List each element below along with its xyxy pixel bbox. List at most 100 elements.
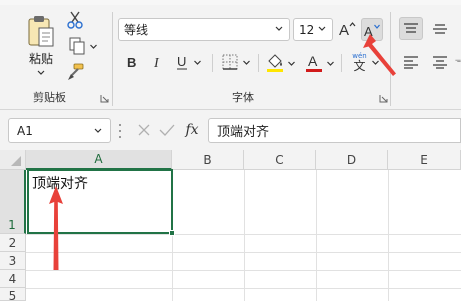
column-header-b[interactable]: B <box>172 150 244 170</box>
svg-text:B: B <box>127 55 136 70</box>
gridline-h-4 <box>26 288 461 289</box>
font-color-swatch <box>306 69 322 72</box>
name-box-chevron-icon[interactable] <box>93 127 103 135</box>
row-header-1-label: 1 <box>8 218 16 232</box>
fx-label: fx <box>185 122 199 138</box>
row-header-4-label: 4 <box>8 272 17 286</box>
decrease-font-size-button[interactable]: A <box>361 18 383 41</box>
insert-function-button[interactable]: fx <box>180 119 204 141</box>
gridline-h-1 <box>26 234 461 235</box>
font-group-label: 字体 <box>232 91 254 104</box>
top-align-button[interactable] <box>399 17 423 40</box>
fill-handle[interactable] <box>169 230 175 236</box>
column-header-e[interactable]: E <box>388 150 461 170</box>
italic-button[interactable]: I <box>150 52 166 72</box>
row-header-4[interactable]: 4 <box>0 270 26 288</box>
bold-button[interactable]: B <box>124 52 140 72</box>
phonetic-chevron-icon <box>371 60 379 65</box>
font-dialog-launcher-icon[interactable] <box>379 94 388 103</box>
formula-bar: A1 fx 顶端对齐 <box>0 110 461 150</box>
borders-button[interactable] <box>218 52 254 72</box>
borders-chevron-icon <box>242 60 250 65</box>
font-name-combo[interactable]: 等线 <box>118 18 290 41</box>
format-painter-icon <box>68 63 84 80</box>
svg-text:A: A <box>364 24 373 39</box>
underline-button[interactable]: U <box>170 52 206 72</box>
confirm-entry-button[interactable] <box>157 120 177 140</box>
font-size-value: 12 <box>299 22 315 37</box>
clipboard-dialog-launcher-icon[interactable] <box>100 94 109 103</box>
font-size-combo[interactable]: 12 <box>293 18 333 41</box>
row-header-2[interactable]: 2 <box>0 234 26 252</box>
align-center-button[interactable] <box>428 52 452 72</box>
row-header-5[interactable]: 5 <box>0 288 26 301</box>
cell-a1-text: 顶端对齐 <box>32 176 88 192</box>
paint-bucket-icon <box>267 54 283 72</box>
format-painter-button[interactable] <box>65 62 85 82</box>
formula-input[interactable]: 顶端对齐 <box>208 118 461 143</box>
font-size-chevron-icon <box>318 26 326 31</box>
fill-color-chevron-icon <box>288 61 295 66</box>
top-align-icon <box>404 22 418 33</box>
increase-font-size-button[interactable]: A <box>337 18 357 40</box>
svg-text:A: A <box>339 22 349 39</box>
font-color-button[interactable]: A <box>302 52 338 74</box>
font-inner-divider-2 <box>258 54 259 72</box>
cancel-entry-button[interactable] <box>134 120 154 140</box>
gridline-v-4 <box>388 170 389 301</box>
middle-align-icon <box>433 23 447 34</box>
gridline-h-2 <box>26 252 461 253</box>
svg-text:U: U <box>177 54 186 69</box>
row-header-1[interactable]: 1 <box>0 170 26 234</box>
select-all-triangle-icon <box>11 156 21 166</box>
column-header-b-label: B <box>203 152 212 167</box>
paste-label: 粘贴 <box>28 52 53 66</box>
row-header-3[interactable]: 3 <box>0 252 26 270</box>
fill-color-button[interactable] <box>263 52 299 74</box>
align-left-button[interactable] <box>399 52 423 72</box>
cut-button[interactable] <box>65 10 85 30</box>
svg-text:A: A <box>308 53 318 69</box>
phonetic-guide-button[interactable]: wén 文 <box>345 50 387 74</box>
clipboard-group-label: 剪贴板 <box>33 91 66 104</box>
copy-button[interactable] <box>65 36 101 56</box>
decrease-font-size-icon: A <box>364 24 380 39</box>
font-color-icon: A <box>306 53 322 72</box>
column-header-a[interactable]: A <box>26 150 172 170</box>
align-center-icon <box>433 56 447 69</box>
font-inner-divider-3 <box>341 54 342 72</box>
paste-chevron-icon <box>37 70 45 75</box>
middle-align-button[interactable] <box>428 17 452 40</box>
paste-button[interactable]: 粘贴 <box>22 12 60 78</box>
underline-icon: U <box>176 54 187 70</box>
name-box[interactable]: A1 <box>8 118 111 143</box>
column-header-c[interactable]: C <box>244 150 316 170</box>
ribbon: 粘贴 剪贴板 等线 12 A A B I U A wén 文 字体 <box>0 0 461 110</box>
phonetic-guide-icon: wén 文 <box>352 52 366 72</box>
font-inner-divider-1 <box>212 54 213 72</box>
column-header-a-label: A <box>94 152 103 166</box>
column-header-d[interactable]: D <box>316 150 388 170</box>
row-header-5-label: 5 <box>8 289 17 301</box>
gridline-v-2 <box>244 170 245 301</box>
worksheet-grid[interactable]: A B C D E 1 2 3 4 5 顶端对齐 <box>0 150 461 301</box>
bold-icon: B <box>127 55 136 70</box>
align-right-button-partial[interactable] <box>455 52 461 72</box>
font-name-value: 等线 <box>124 23 149 37</box>
row-header-3-label: 3 <box>8 254 17 268</box>
gridline-v-3 <box>316 170 317 301</box>
name-box-value: A1 <box>17 123 33 138</box>
align-right-icon <box>455 59 461 62</box>
row-header-2-label: 2 <box>8 236 17 250</box>
copy-icon <box>69 37 84 55</box>
ribbon-top-strip <box>0 0 461 5</box>
increase-font-size-icon: A <box>339 22 356 39</box>
select-all-corner[interactable] <box>0 150 26 170</box>
column-header-e-label: E <box>420 152 428 167</box>
copy-chevron-icon <box>89 44 97 49</box>
svg-text:I: I <box>153 56 160 70</box>
paste-icon <box>28 16 54 47</box>
fill-color-swatch <box>267 69 283 72</box>
column-header-d-label: D <box>346 152 357 167</box>
font-divider <box>390 12 391 106</box>
